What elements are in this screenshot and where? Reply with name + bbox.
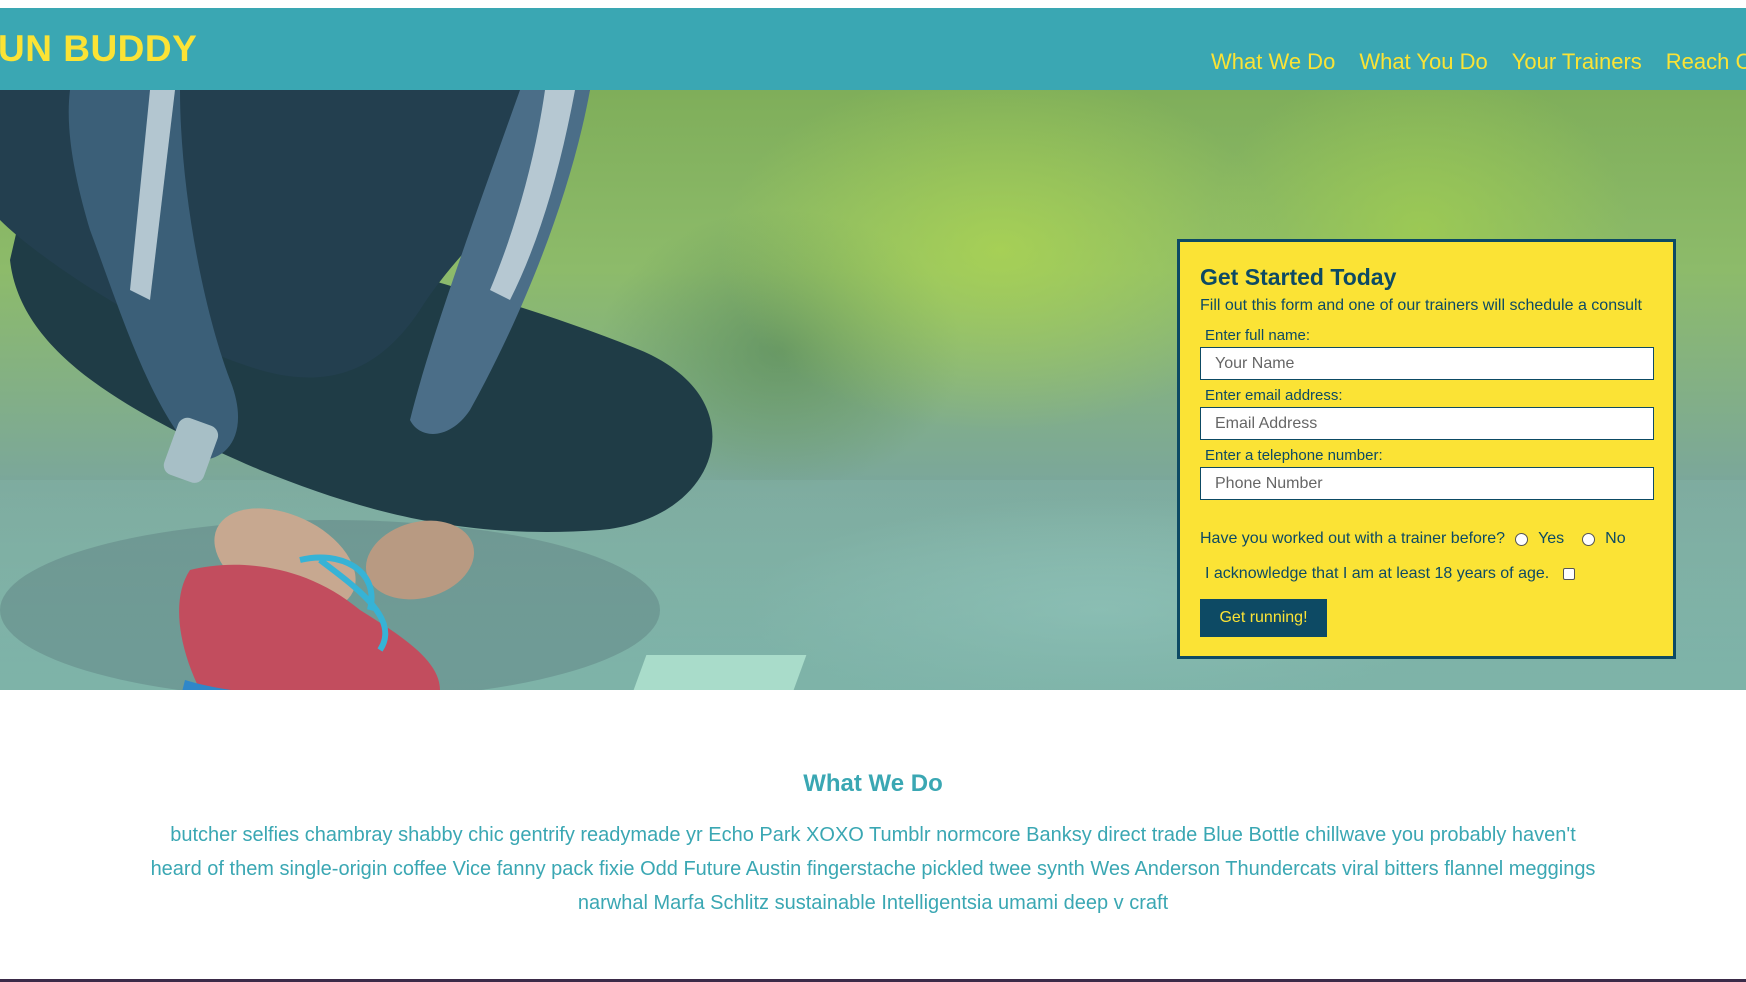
brand-logo[interactable]: UN BUDDY [0,28,197,70]
section-title: What We Do [803,770,943,797]
signup-form: Get Started Today Fill out this form and… [1177,239,1676,659]
nav-what-we-do[interactable]: What We Do [1211,49,1335,75]
phone-label: Enter a telephone number: [1205,447,1383,464]
site-header: UN BUDDY What We Do What You Do Your Tra… [0,8,1746,90]
age-ack-label: I acknowledge that I am at least 18 year… [1205,565,1550,582]
get-running-button[interactable]: Get running! [1200,599,1327,637]
trainer-question-row: Have you worked out with a trainer befor… [1200,530,1626,548]
form-subtitle: Fill out this form and one of our traine… [1200,297,1642,314]
nav-reach-us[interactable]: Reach C [1666,49,1746,75]
trainer-question: Have you worked out with a trainer befor… [1200,530,1506,547]
what-we-do-section: What We Do butcher selfies chambray shab… [0,690,1746,980]
runner-image [0,90,713,690]
name-label: Enter full name: [1205,327,1311,344]
phone-input[interactable] [1200,467,1654,500]
radio-yes-label: Yes [1538,530,1565,547]
hero-banner: Get Started Today Fill out this form and… [0,90,1746,690]
top-strip [0,0,1746,8]
form-title: Get Started Today [1200,264,1397,290]
radio-yes[interactable] [1515,532,1529,546]
age-ack-checkbox[interactable] [1563,568,1576,580]
radio-no[interactable] [1582,532,1596,546]
name-input[interactable] [1200,347,1654,380]
nav-what-you-do[interactable]: What You Do [1359,49,1487,75]
section-body: butcher selfies chambray shabby chic gen… [150,824,1596,914]
nav-your-trainers[interactable]: Your Trainers [1512,49,1642,75]
email-label: Enter email address: [1205,387,1343,404]
radio-no-label: No [1605,530,1626,547]
email-input[interactable] [1200,407,1654,440]
age-ack-row: I acknowledge that I am at least 18 year… [1205,565,1576,583]
main-nav: What We Do What You Do Your Trainers Rea… [1211,49,1746,75]
